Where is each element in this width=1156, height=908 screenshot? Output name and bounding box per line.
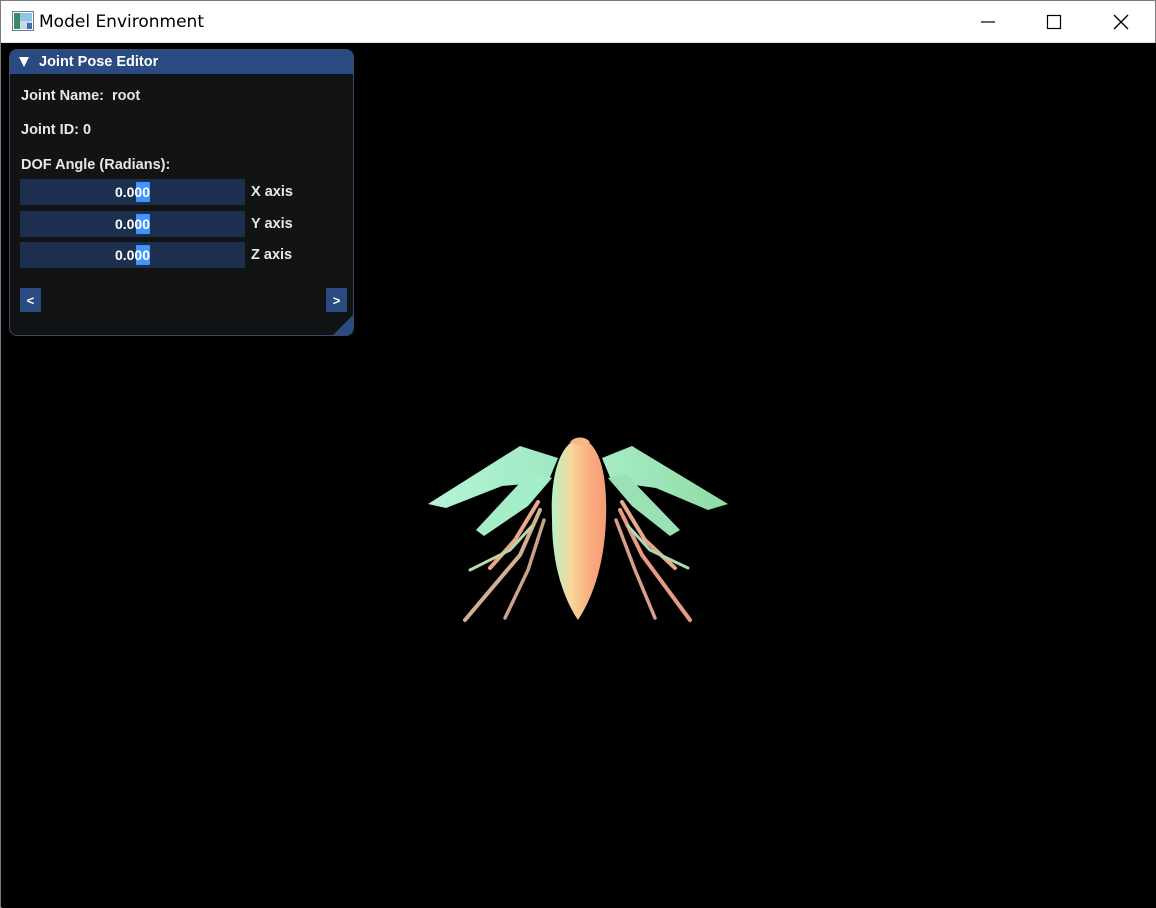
close-button[interactable] <box>1088 1 1154 42</box>
title-bar[interactable]: Model Environment <box>1 1 1155 43</box>
resize-grip[interactable] <box>333 315 353 335</box>
x-axis-slider[interactable]: 0.000 <box>20 179 245 205</box>
slider-value: 0.000 <box>114 247 151 263</box>
slider-value: 0.000 <box>114 184 151 200</box>
joint-name-row: Joint Name: root <box>21 88 140 104</box>
panel-title: Joint Pose Editor <box>39 54 159 70</box>
panel-header[interactable]: Joint Pose Editor <box>10 50 353 74</box>
y-axis-slider[interactable]: 0.000 <box>20 211 245 237</box>
z-axis-label: Z axis <box>251 247 293 263</box>
close-icon <box>1113 14 1129 29</box>
window-title: Model Environment <box>39 12 204 32</box>
maximize-icon <box>1046 14 1062 29</box>
joint-pose-editor-panel[interactable]: Joint Pose Editor Joint Name: root Joint … <box>9 49 354 336</box>
minimize-icon <box>981 20 995 23</box>
slider-value: 0.000 <box>114 216 151 232</box>
y-axis-label: Y axis <box>251 216 293 232</box>
x-axis-label: X axis <box>251 184 293 200</box>
prev-joint-button[interactable]: < <box>20 288 41 312</box>
maximize-button[interactable] <box>1021 1 1087 42</box>
insect-body <box>551 438 607 620</box>
joint-name-value: root <box>112 88 141 104</box>
minimize-button[interactable] <box>955 1 1021 42</box>
collapse-arrow-icon[interactable] <box>19 57 29 67</box>
dof-angle-label: DOF Angle (Radians): <box>21 157 171 173</box>
next-joint-button[interactable]: > <box>326 288 347 312</box>
z-axis-slider[interactable]: 0.000 <box>20 242 245 268</box>
insect-model[interactable] <box>420 430 740 630</box>
joint-id-text: Joint ID: 0 <box>21 122 92 138</box>
app-window-icon <box>12 11 34 31</box>
joint-name-label: Joint Name: <box>21 88 104 104</box>
